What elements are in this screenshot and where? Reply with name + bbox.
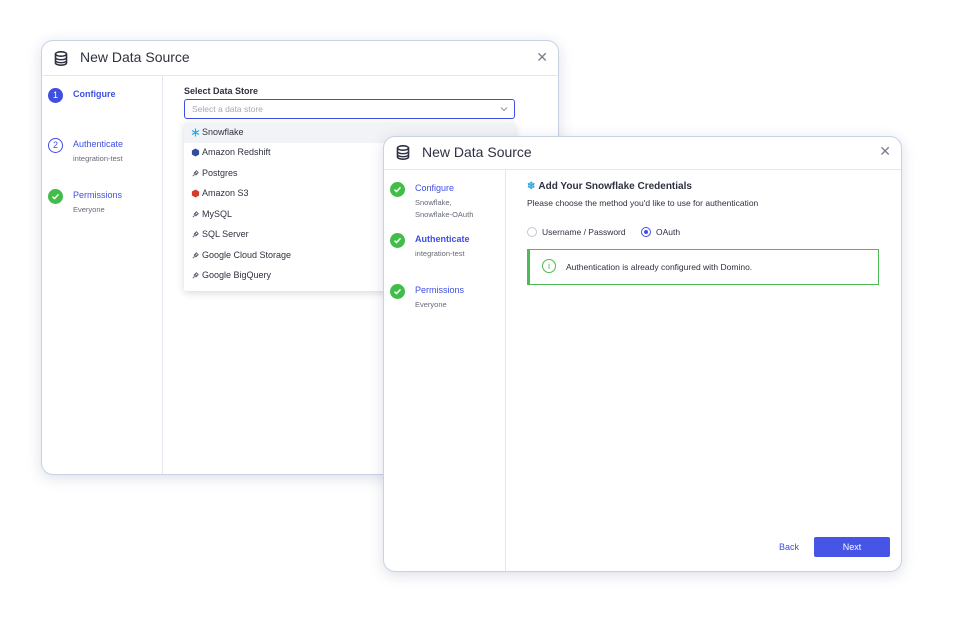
select-placeholder: Select a data store: [192, 104, 263, 114]
back-button[interactable]: Back: [779, 542, 799, 552]
plug-icon: [192, 252, 199, 259]
radio-checked-icon: [641, 227, 651, 237]
radio-label: Username / Password: [542, 227, 626, 237]
step-sublabel: integration-test: [73, 154, 123, 163]
credentials-subheading: Please choose the method you'd like to u…: [527, 198, 759, 208]
step-sublabel: Everyone: [73, 205, 105, 214]
plug-icon: [192, 170, 199, 177]
snowflake-icon: [191, 128, 200, 137]
option-label: Google BigQuery: [202, 270, 272, 280]
new-data-source-dialog-front: New Data Source ✕ Configure Snowflake, S…: [383, 136, 902, 572]
select-data-store-label: Select Data Store: [184, 86, 259, 96]
dialog-header: New Data Source ✕: [42, 41, 558, 76]
step-number-badge: 2: [48, 138, 63, 153]
step-sublabel: integration-test: [415, 249, 465, 258]
database-icon: [396, 145, 410, 160]
check-icon: [390, 284, 405, 299]
plug-icon: [192, 231, 199, 238]
next-button[interactable]: Next: [814, 537, 890, 557]
plug-icon: [192, 272, 199, 279]
step-sublabel: Everyone: [415, 300, 447, 309]
radio-label: OAuth: [656, 227, 681, 237]
chevron-down-icon: [500, 107, 508, 112]
plug-icon: [192, 211, 199, 218]
redshift-icon: [191, 148, 200, 157]
check-icon: [390, 182, 405, 197]
close-icon[interactable]: ✕: [536, 49, 548, 66]
snowflake-icon: ❄: [527, 181, 536, 192]
stepper-sidebar: 1 Configure 2 Authenticate integration-t…: [42, 75, 163, 474]
step-label: Permissions: [73, 190, 123, 200]
data-store-select[interactable]: Select a data store: [184, 99, 515, 119]
option-label: Amazon Redshift: [202, 147, 271, 157]
option-label: MySQL: [202, 209, 233, 219]
option-label: Google Cloud Storage: [202, 250, 292, 260]
database-icon: [54, 51, 68, 66]
stepper-sidebar: Configure Snowflake, Snowflake-OAuth Aut…: [384, 169, 506, 571]
option-label: Postgres: [202, 168, 238, 178]
step-number-badge: 1: [48, 88, 63, 103]
dialog-title: New Data Source: [80, 49, 190, 65]
option-label: Amazon S3: [202, 188, 249, 198]
step-sublabel: Snowflake,: [415, 198, 452, 207]
credentials-heading: ❄ Add Your Snowflake Credentials: [527, 181, 692, 192]
close-icon[interactable]: ✕: [879, 143, 891, 160]
dialog-header: New Data Source ✕: [384, 137, 901, 170]
step-sublabel: Snowflake-OAuth: [415, 209, 474, 219]
info-icon: i: [542, 259, 556, 273]
credentials-heading-text: Add Your Snowflake Credentials: [538, 181, 692, 192]
option-label: SQL Server: [202, 229, 249, 239]
step-label: Permissions: [415, 285, 465, 295]
step-label: Authenticate: [415, 234, 470, 244]
s3-icon: [191, 189, 200, 198]
step-label: Configure: [73, 89, 116, 99]
option-label: Snowflake: [202, 127, 244, 137]
step-label: Configure: [415, 183, 455, 193]
step-label: Authenticate: [73, 139, 124, 149]
check-icon: [48, 189, 63, 204]
alert-text: Authentication is already configured wit…: [566, 262, 753, 272]
radio-unchecked-icon: [527, 227, 537, 237]
check-icon: [390, 233, 405, 248]
success-alert: i Authentication is already configured w…: [527, 249, 879, 285]
dialog-title: New Data Source: [422, 144, 532, 160]
